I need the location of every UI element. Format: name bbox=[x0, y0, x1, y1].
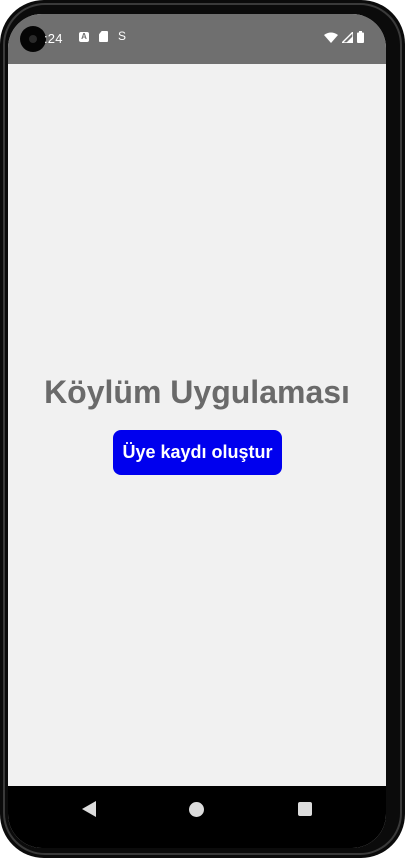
s-notification-icon: S bbox=[118, 29, 127, 43]
phone-frame: :24 A S Köylüm Uygulaması Üye kaydı oluş… bbox=[0, 0, 405, 858]
screen: :24 A S Köylüm Uygulaması Üye kaydı oluş… bbox=[8, 14, 386, 848]
status-bar: :24 A S bbox=[8, 14, 386, 64]
notification-icons: A S bbox=[79, 29, 127, 43]
sd-card-icon bbox=[99, 31, 108, 42]
front-camera bbox=[20, 26, 46, 52]
status-time: :24 bbox=[44, 31, 63, 46]
app-title: Köylüm Uygulaması bbox=[44, 374, 350, 410]
app-content: Köylüm Uygulaması Üye kaydı oluştur bbox=[8, 64, 386, 786]
system-icons bbox=[324, 31, 364, 43]
back-icon[interactable] bbox=[82, 801, 96, 817]
home-icon[interactable] bbox=[189, 802, 204, 817]
cellular-signal-icon bbox=[342, 31, 353, 43]
camera-lens bbox=[29, 35, 37, 43]
register-button[interactable]: Üye kaydı oluştur bbox=[113, 430, 282, 475]
battery-icon bbox=[357, 31, 364, 43]
recents-icon[interactable] bbox=[298, 802, 312, 816]
wifi-icon bbox=[324, 32, 338, 43]
navigation-bar bbox=[8, 786, 386, 848]
a-notification-icon: A bbox=[79, 31, 89, 42]
